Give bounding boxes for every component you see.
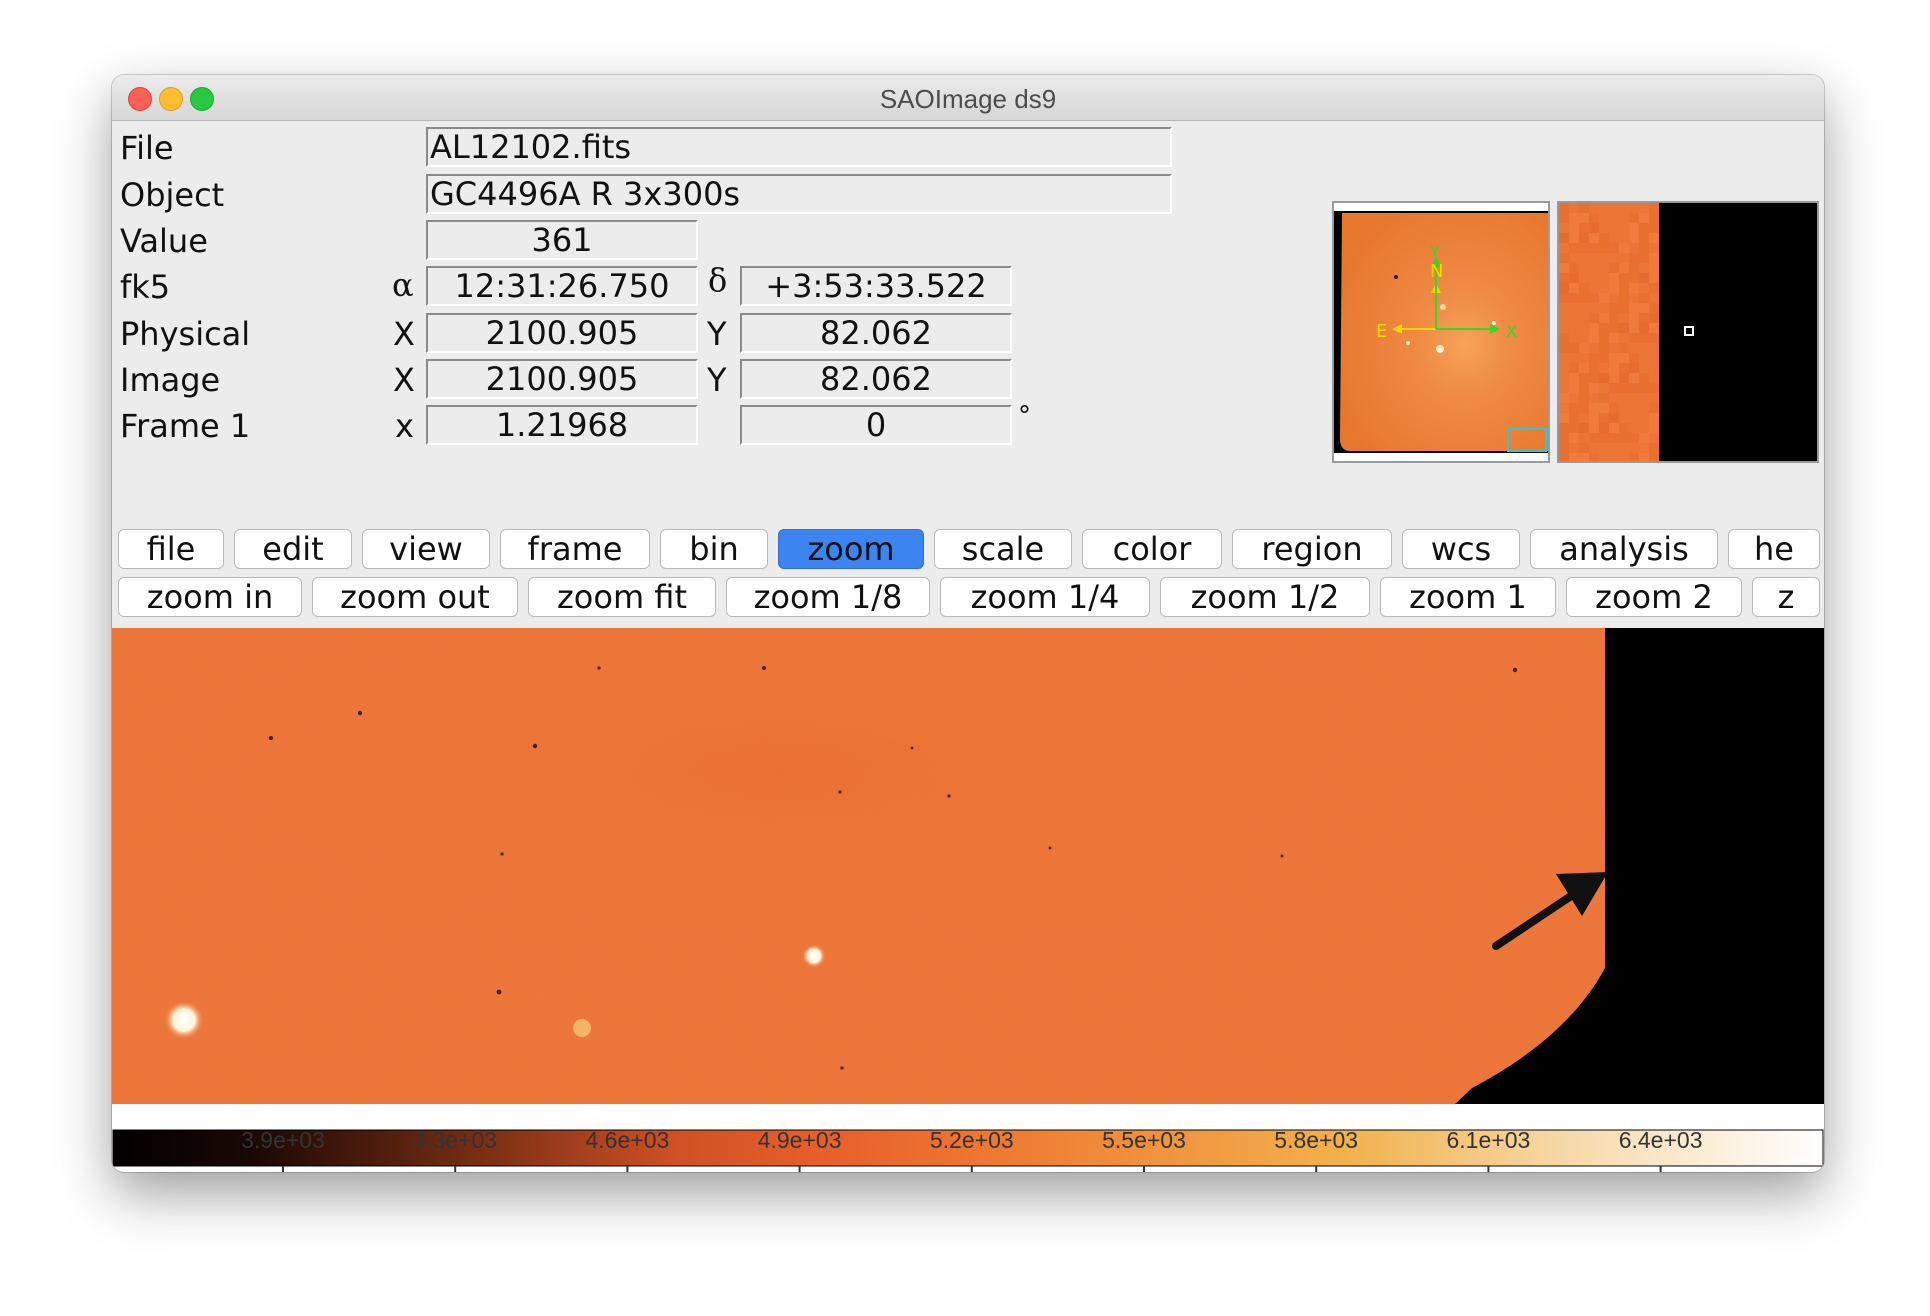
- value-label: Value: [120, 222, 208, 260]
- panner[interactable]: N E Y X: [1332, 201, 1550, 463]
- object-label: Object: [120, 176, 225, 214]
- delta-symbol: δ: [708, 261, 728, 299]
- object-field[interactable]: GC4496A R 3x300s: [426, 174, 1172, 214]
- file-label: File: [120, 129, 174, 167]
- alpha-field[interactable]: 12:31:26.750: [426, 266, 698, 306]
- menu-view-button[interactable]: view: [362, 529, 490, 569]
- zoom-1-button[interactable]: zoom 1: [1380, 577, 1556, 617]
- fk5-label: fk5: [120, 268, 171, 306]
- physical-x-symbol: X: [393, 315, 415, 353]
- zoom-2-button[interactable]: zoom 2: [1566, 577, 1742, 617]
- ds9-window: SAOImage ds9 File Object Value fk5 Physi…: [112, 75, 1824, 1172]
- panner-star: [1492, 321, 1496, 325]
- file-field[interactable]: AL12102.fits: [426, 127, 1172, 167]
- image-x-symbol: X: [393, 361, 415, 399]
- physical-y-field[interactable]: 82.062: [740, 313, 1012, 353]
- panner-star: [1406, 341, 1410, 345]
- alpha-symbol: α: [392, 266, 414, 304]
- zoom-x-symbol: x: [395, 407, 414, 445]
- window-title: SAOImage ds9: [879, 84, 1057, 114]
- colorbar-gradient[interactable]: [112, 1129, 1824, 1167]
- magnifier: [1557, 201, 1819, 463]
- menu-frame-button[interactable]: frame: [500, 529, 650, 569]
- value-field[interactable]: 361: [426, 220, 698, 260]
- zoom-1-8-button[interactable]: zoom 1/8: [726, 577, 930, 617]
- image-label: Image: [120, 361, 221, 399]
- menu-file-button[interactable]: file: [118, 529, 224, 569]
- degree-symbol: °: [1018, 401, 1031, 431]
- east-label: E: [1376, 321, 1387, 342]
- bright-star: [164, 1000, 204, 1040]
- zoom-1-2-button[interactable]: zoom 1/2: [1160, 577, 1370, 617]
- north-label: N: [1430, 261, 1443, 282]
- menu-region-button[interactable]: region: [1232, 529, 1392, 569]
- panner-star: [1440, 304, 1446, 310]
- bright-star: [802, 944, 826, 968]
- menu-color-button[interactable]: color: [1082, 529, 1222, 569]
- colorbar-ticks: [282, 1166, 1662, 1172]
- menu-analysis-button[interactable]: analysis: [1530, 529, 1718, 569]
- menu-bin-button[interactable]: bin: [660, 529, 768, 569]
- menu-zoom-button[interactable]: zoom: [778, 529, 924, 569]
- zoom-field[interactable]: 1.21968: [426, 405, 698, 445]
- title-bar[interactable]: SAOImage ds9: [112, 75, 1824, 121]
- frame-label: Frame 1: [120, 407, 251, 445]
- zoom-button-bar: zoom in zoom out zoom fit zoom 1/8 zoom …: [112, 573, 1824, 621]
- panner-image[interactable]: N E Y X: [1334, 203, 1548, 461]
- menu-edit-button[interactable]: edit: [234, 529, 352, 569]
- colorbar-canvas[interactable]: [112, 1110, 1824, 1172]
- image-canvas[interactable]: [112, 628, 1824, 1110]
- angle-field[interactable]: 0: [740, 405, 1012, 445]
- panner-star: [1394, 275, 1398, 279]
- magnifier-image: [1559, 203, 1817, 463]
- image-display[interactable]: [112, 628, 1824, 1110]
- image-y-symbol: Y: [707, 361, 727, 399]
- menu-wcs-button[interactable]: wcs: [1402, 529, 1520, 569]
- image-y-field[interactable]: 82.062: [740, 359, 1012, 399]
- panner-star: [1436, 345, 1444, 353]
- delta-field[interactable]: +3:53:33.522: [740, 266, 1012, 306]
- menu-button-bar: file edit view frame bin zoom scale colo…: [112, 525, 1824, 573]
- colorbar[interactable]: [112, 1110, 1824, 1172]
- zoom-fit-button[interactable]: zoom fit: [528, 577, 716, 617]
- menu-help-button[interactable]: he: [1728, 529, 1820, 569]
- physical-label: Physical: [120, 315, 251, 353]
- zoom-out-button[interactable]: zoom out: [312, 577, 518, 617]
- menu-scale-button[interactable]: scale: [934, 529, 1072, 569]
- x-axis-label: X: [1506, 322, 1517, 341]
- zoom-more-button[interactable]: z: [1752, 577, 1820, 617]
- image-x-field[interactable]: 2100.905: [426, 359, 698, 399]
- info-panel: File Object Value fk5 Physical Image Fra…: [112, 121, 1824, 525]
- zoom-in-button[interactable]: zoom in: [118, 577, 302, 617]
- y-axis-label: Y: [1429, 242, 1440, 261]
- zoom-1-4-button[interactable]: zoom 1/4: [940, 577, 1150, 617]
- faint-star: [573, 1019, 591, 1037]
- physical-y-symbol: Y: [707, 315, 727, 353]
- physical-x-field[interactable]: 2100.905: [426, 313, 698, 353]
